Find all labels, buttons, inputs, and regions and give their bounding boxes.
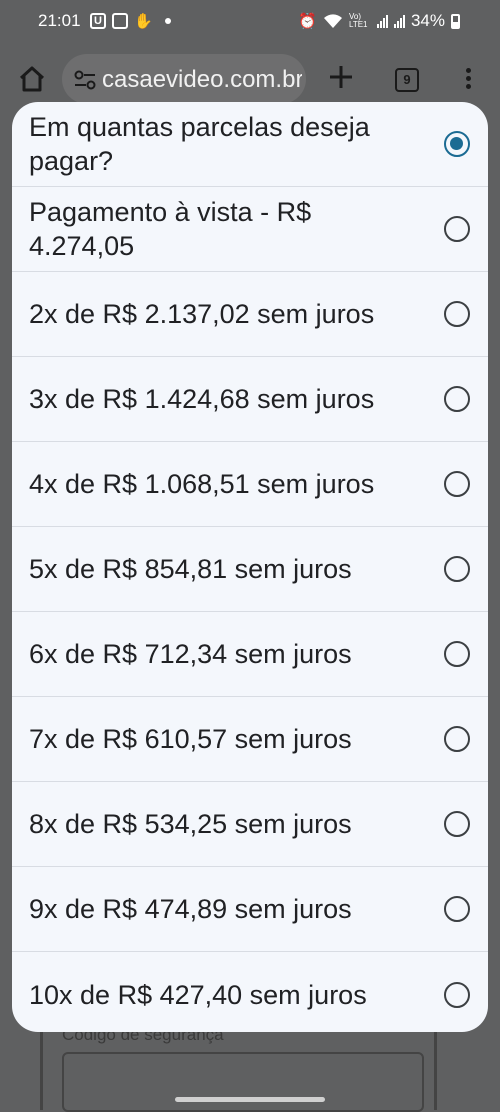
radio-unchecked-icon[interactable]	[444, 641, 470, 667]
status-right-icons: ⏰ Vo) LTE1 34%	[298, 11, 460, 31]
installment-option[interactable]: Em quantas parcelas deseja pagar?	[12, 102, 488, 187]
installment-option[interactable]: 5x de R$ 854,81 sem juros	[12, 527, 488, 612]
installment-option[interactable]: 8x de R$ 534,25 sem juros	[12, 782, 488, 867]
installment-option-label: 7x de R$ 610,57 sem juros	[29, 724, 352, 754]
more-menu-icon[interactable]	[465, 68, 471, 92]
installment-option-label: 2x de R$ 2.137,02 sem juros	[29, 299, 375, 329]
status-time: 21:01	[38, 11, 81, 30]
home-icon[interactable]	[18, 65, 46, 93]
installment-option[interactable]: 2x de R$ 2.137,02 sem juros	[12, 272, 488, 357]
installment-option-label: Pagamento à vista - R$ 4.274,05	[29, 197, 312, 261]
gesture-bar[interactable]	[175, 1097, 325, 1102]
app-notification-icon: U	[90, 13, 106, 29]
installment-option-label: 5x de R$ 854,81 sem juros	[29, 554, 352, 584]
installment-option[interactable]: 9x de R$ 474,89 sem juros	[12, 867, 488, 952]
installment-option-label: 8x de R$ 534,25 sem juros	[29, 809, 352, 839]
installment-option[interactable]: Pagamento à vista - R$ 4.274,05	[12, 187, 488, 272]
installment-option-label: 6x de R$ 712,34 sem juros	[29, 639, 352, 669]
installments-dialog: Em quantas parcelas deseja pagar? Pagamen…	[12, 102, 488, 1032]
battery-icon	[451, 13, 460, 29]
installment-option[interactable]: 3x de R$ 1.424,68 sem juros	[12, 357, 488, 442]
more-notifications-icon	[164, 18, 171, 24]
hand-notification-icon: ✋	[134, 13, 153, 30]
installment-option-label: 4x de R$ 1.068,51 sem juros	[29, 469, 375, 499]
radio-unchecked-icon[interactable]	[444, 556, 470, 582]
network-type-label: Vo) LTE1	[348, 12, 368, 29]
radio-unchecked-icon[interactable]	[444, 216, 470, 242]
installment-option-label: 10x de R$ 427,40 sem juros	[29, 979, 367, 1010]
radio-unchecked-icon[interactable]	[444, 896, 470, 922]
radio-unchecked-icon[interactable]	[444, 386, 470, 412]
form-border-left	[40, 1030, 43, 1110]
security-code-field	[62, 1052, 424, 1112]
installment-option[interactable]: 4x de R$ 1.068,51 sem juros	[12, 442, 488, 527]
notification-icons: U ✋	[90, 12, 171, 30]
signal-icon-2	[393, 14, 405, 28]
installment-option[interactable]: 6x de R$ 712,34 sem juros	[12, 612, 488, 697]
tab-switcher-button[interactable]: 9	[395, 68, 419, 92]
installment-option[interactable]: 10x de R$ 427,40 sem juros	[12, 952, 488, 1032]
installment-option[interactable]: 7x de R$ 610,57 sem juros	[12, 697, 488, 782]
radio-unchecked-icon[interactable]	[444, 726, 470, 752]
site-settings-icon[interactable]	[74, 70, 96, 90]
radio-unchecked-icon[interactable]	[444, 981, 470, 1008]
battery-percent: 34%	[410, 11, 445, 30]
radio-unchecked-icon[interactable]	[444, 301, 470, 327]
signal-icon	[376, 14, 388, 28]
wifi-icon	[323, 14, 342, 28]
form-border-right	[434, 1030, 437, 1110]
alarm-icon: ⏰	[298, 13, 317, 30]
radio-checked-icon[interactable]	[444, 131, 470, 157]
radio-unchecked-icon[interactable]	[444, 811, 470, 837]
url-bar[interactable]: casaevideo.com.br	[62, 54, 306, 104]
installment-option-label: 9x de R$ 474,89 sem juros	[29, 894, 352, 924]
status-bar: 21:01 U ✋ ⏰ Vo) LTE1 34%	[0, 0, 500, 44]
installment-option-label: Em quantas parcelas deseja pagar?	[29, 112, 370, 176]
gallery-notification-icon	[112, 13, 128, 29]
radio-unchecked-icon[interactable]	[444, 471, 470, 497]
installment-option-label: 3x de R$ 1.424,68 sem juros	[29, 384, 375, 414]
url-text: casaevideo.com.br	[102, 66, 302, 93]
new-tab-icon[interactable]	[328, 64, 354, 90]
